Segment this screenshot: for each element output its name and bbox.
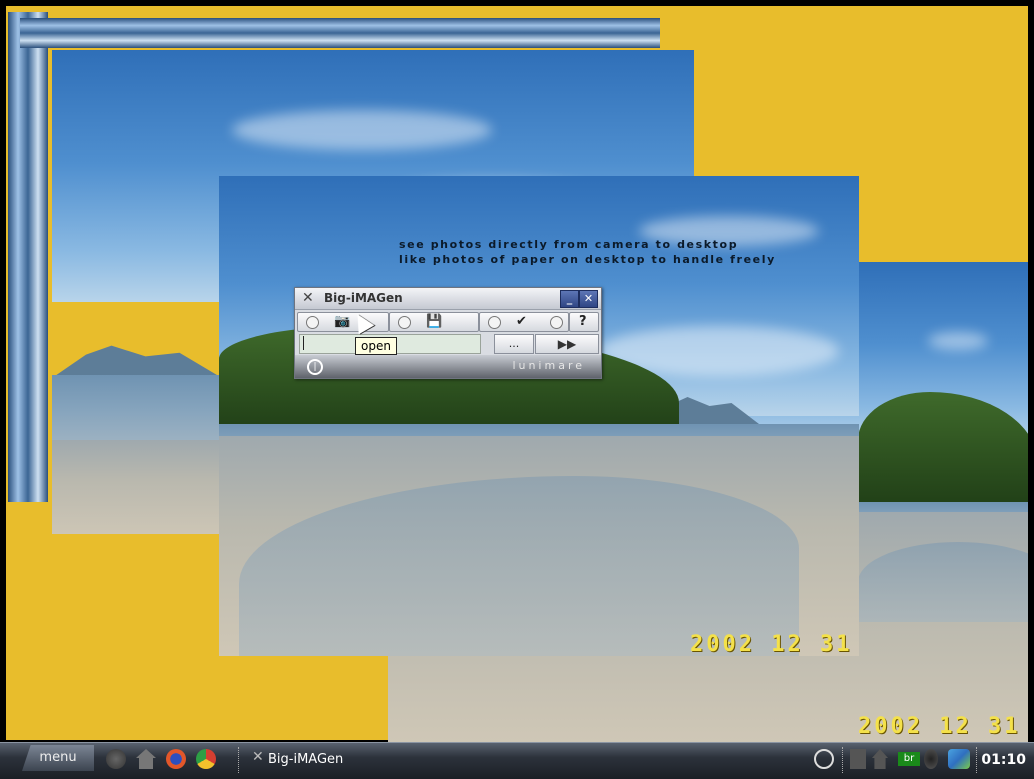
big-imagen-window[interactable]: ✕ Big-iMAGen _ ✕ 📷 💾 ✔ ? ... ▶▶ | lunima…: [294, 287, 602, 379]
date-stamp-front: 2002 12 31: [690, 632, 853, 656]
forward-button[interactable]: ▶▶: [535, 334, 599, 354]
help-label: ?: [579, 314, 587, 329]
open-radio[interactable]: [306, 316, 319, 329]
brand-label: lunimare: [512, 359, 585, 372]
separator: [976, 747, 979, 773]
title-bar[interactable]: ✕ Big-iMAGen _ ✕: [295, 288, 601, 310]
taskbar: menu ✕ Big-iMAGen br 01:10: [0, 742, 1034, 779]
firefox-icon[interactable]: [166, 749, 186, 769]
path-row: ... ▶▶: [297, 334, 599, 354]
confirm-radio-right[interactable]: [550, 316, 563, 329]
open-tooltip: open: [355, 337, 397, 355]
menu-button[interactable]: menu: [22, 745, 94, 771]
globe-icon[interactable]: [106, 749, 126, 769]
desktop-icon[interactable]: [814, 749, 834, 769]
confirm-radio-left[interactable]: [488, 316, 501, 329]
app-x-icon: ✕: [302, 290, 314, 306]
help-button[interactable]: ?: [569, 312, 599, 332]
checkmark-icon[interactable]: ✔: [516, 313, 527, 331]
window-title: Big-iMAGen: [324, 291, 403, 305]
fast-forward-icon: ▶▶: [557, 337, 577, 351]
network-icon[interactable]: [850, 749, 866, 769]
photo-stack-edge: [20, 18, 660, 48]
open-group: 📷: [297, 312, 389, 332]
minimize-button[interactable]: _: [560, 290, 579, 308]
save-group: 💾: [389, 312, 479, 332]
desktop: 2002 12 31 2002 12 31 see photos directl…: [0, 0, 1034, 742]
separator: [238, 747, 241, 773]
volume-icon[interactable]: [924, 749, 938, 769]
keyboard-layout-icon[interactable]: br: [898, 752, 920, 766]
status-bar: | lunimare: [295, 355, 601, 378]
separator: [842, 747, 845, 773]
photo-stack-edge: [8, 12, 48, 502]
close-button[interactable]: ✕: [579, 290, 598, 308]
caption-line-2: like photos of paper on desktop to handl…: [399, 253, 776, 266]
task-big-imagen[interactable]: Big-iMAGen: [268, 747, 343, 773]
home-icon[interactable]: [136, 749, 156, 769]
toolbar: 📷 💾 ✔ ?: [297, 312, 599, 332]
power-icon[interactable]: |: [307, 359, 323, 375]
text-cursor: [303, 336, 304, 350]
keyboard-layout-label: br: [903, 753, 915, 764]
confirm-group: ✔: [479, 312, 569, 332]
house-icon[interactable]: [872, 749, 888, 769]
caption-line-1: see photos directly from camera to deskt…: [399, 238, 739, 251]
camera-icon[interactable]: 📷: [334, 313, 350, 331]
floppy-disk-icon[interactable]: 💾: [426, 313, 442, 331]
clock[interactable]: 01:10: [981, 747, 1026, 773]
date-stamp-back: 2002 12 31: [858, 714, 1021, 739]
save-radio[interactable]: [398, 316, 411, 329]
browse-button[interactable]: ...: [494, 334, 534, 354]
chrome-icon[interactable]: [196, 749, 216, 769]
users-icon[interactable]: [948, 749, 970, 769]
task-x-icon: ✕: [252, 749, 264, 765]
